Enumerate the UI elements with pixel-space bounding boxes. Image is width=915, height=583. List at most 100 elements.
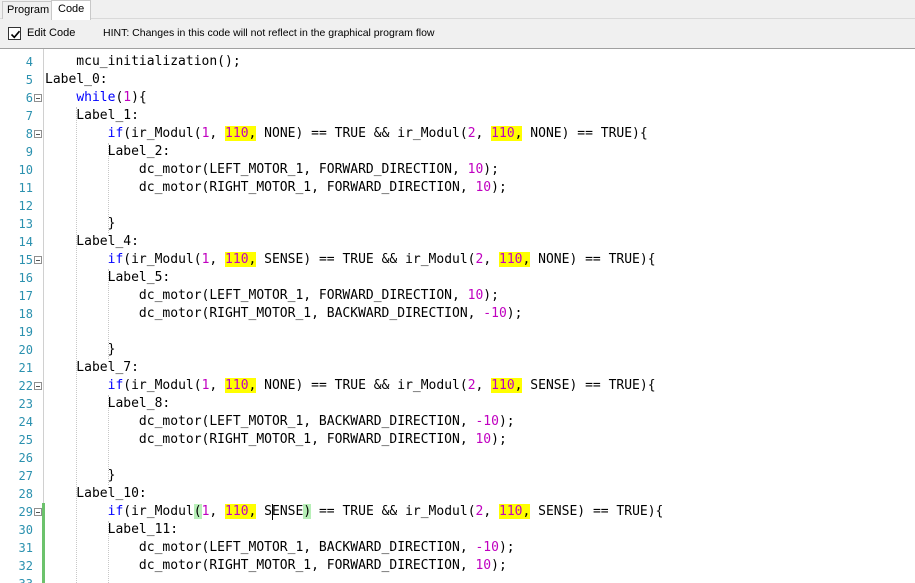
line-number: 23 (18, 397, 33, 411)
line-number: 26 (18, 451, 33, 465)
code-line[interactable]: 27 } (0, 467, 915, 485)
code-line[interactable]: 20 } (0, 341, 915, 359)
code-line[interactable]: 30 Label_11: (0, 521, 915, 539)
line-number: 4 (25, 55, 33, 69)
indent-guide (107, 395, 109, 485)
code-text: Label_11: (45, 522, 179, 537)
line-number: 29 (18, 505, 33, 519)
code-text: mcu_initialization(); (45, 54, 241, 69)
code-line[interactable]: 31 dc_motor(LEFT_MOTOR_1, BACKWARD_DIREC… (0, 539, 915, 557)
code-line[interactable]: 7 Label_1: (0, 107, 915, 125)
code-text: Label_1: (45, 108, 139, 123)
line-number: 6 (25, 91, 33, 105)
code-line[interactable]: 13 } (0, 215, 915, 233)
indent-guide (107, 521, 109, 583)
line-number: 19 (18, 325, 33, 339)
code-text: dc_motor(LEFT_MOTOR_1, BACKWARD_DIRECTIO… (45, 414, 515, 429)
code-line[interactable]: 9 Label_2: (0, 143, 915, 161)
code-text: Label_7: (45, 360, 139, 375)
line-number: 27 (18, 469, 33, 483)
line-number: 12 (18, 199, 33, 213)
line-number: 14 (18, 235, 33, 249)
text-cursor (271, 504, 273, 520)
code-line[interactable]: 32 dc_motor(RIGHT_MOTOR_1, FORWARD_DIREC… (0, 557, 915, 575)
code-toolbar: Edit Code HINT: Changes in this code wil… (0, 20, 915, 46)
code-text: } (45, 342, 116, 357)
code-line[interactable]: 12 (0, 197, 915, 215)
code-line[interactable]: 11 dc_motor(RIGHT_MOTOR_1, FORWARD_DIREC… (0, 179, 915, 197)
code-line[interactable]: 14 Label_4: (0, 233, 915, 251)
code-line[interactable]: 8 if(ir_Modul(1, 110, NONE) == TRUE && i… (0, 125, 915, 143)
code-text: dc_motor(RIGHT_MOTOR_1, FORWARD_DIRECTIO… (45, 432, 507, 447)
line-number: 30 (18, 523, 33, 537)
line-number: 33 (0, 575, 33, 583)
code-lines: 4 mcu_initialization(); 5 Label_0: 6 while(… (0, 53, 915, 583)
fold-toggle-icon[interactable] (34, 508, 42, 516)
code-text: Label_4: (45, 234, 139, 249)
code-text: dc_motor(LEFT_MOTOR_1, FORWARD_DIRECTION… (45, 162, 499, 177)
code-text: Label_10: (45, 486, 147, 501)
line-number: 9 (25, 145, 33, 159)
code-text: if(ir_Modul(1, 110, SENSE) == TRUE && ir… (107, 504, 664, 519)
code-line[interactable]: 10 dc_motor(LEFT_MOTOR_1, FORWARD_DIRECT… (0, 161, 915, 179)
code-line[interactable]: 28 Label_10: (0, 485, 915, 503)
code-text: } (45, 468, 116, 483)
tab-program[interactable]: Program (2, 1, 55, 19)
code-text: dc_motor(LEFT_MOTOR_1, FORWARD_DIRECTION… (45, 288, 499, 303)
fold-toggle-icon[interactable] (34, 94, 42, 102)
fold-toggle-icon[interactable] (34, 130, 42, 138)
code-text: if(ir_Modul(1, 110, SENSE) == TRUE && ir… (107, 252, 656, 267)
code-line[interactable]: 16 Label_5: (0, 269, 915, 287)
line-number: 8 (25, 127, 33, 141)
code-line[interactable]: 4 mcu_initialization(); (0, 53, 915, 71)
code-line[interactable]: 21 Label_7: (0, 359, 915, 377)
line-number: 28 (18, 487, 33, 501)
code-text: dc_motor(RIGHT_MOTOR_1, FORWARD_DIRECTIO… (45, 180, 507, 195)
line-number: 7 (25, 109, 33, 123)
line-number: 15 (18, 253, 33, 267)
tab-code[interactable]: Code (51, 0, 92, 20)
line-number: 31 (18, 541, 33, 555)
code-line[interactable]: 26 (0, 449, 915, 467)
code-text: if(ir_Modul(1, 110, NONE) == TRUE && ir_… (107, 378, 656, 393)
code-text: Label_0: (45, 72, 108, 87)
code-line[interactable]: 33 (0, 575, 915, 583)
code-text: dc_motor(RIGHT_MOTOR_1, FORWARD_DIRECTIO… (45, 558, 507, 573)
line-number: 18 (18, 307, 33, 321)
code-text: while(1){ (76, 90, 147, 105)
edit-code-label[interactable]: Edit Code (27, 27, 75, 40)
code-line[interactable]: 25 dc_motor(RIGHT_MOTOR_1, FORWARD_DIREC… (0, 431, 915, 449)
line-number: 13 (18, 217, 33, 231)
code-editor[interactable]: 4 mcu_initialization(); 5 Label_0: 6 while(… (0, 48, 915, 583)
fold-toggle-icon[interactable] (34, 382, 42, 390)
line-number: 32 (18, 559, 33, 573)
fold-toggle-icon[interactable] (34, 256, 42, 264)
line-number: 10 (18, 163, 33, 177)
code-line[interactable]: 23 Label_8: (0, 395, 915, 413)
edit-code-checkbox[interactable] (8, 27, 21, 40)
indent-guide (107, 269, 109, 359)
line-number: 20 (18, 343, 33, 357)
code-line[interactable]: 5 Label_0: (0, 71, 915, 89)
code-line[interactable]: 29 if(ir_Modul(1, 110, SENSE) == TRUE &&… (0, 503, 915, 521)
line-number: 22 (18, 379, 33, 393)
code-text: if(ir_Modul(1, 110, NONE) == TRUE && ir_… (107, 126, 648, 141)
hint-text: HINT: Changes in this code will not refl… (103, 27, 435, 39)
code-line[interactable]: 19 (0, 323, 915, 341)
code-text: dc_motor(LEFT_MOTOR_1, BACKWARD_DIRECTIO… (45, 540, 515, 555)
indent-guide (76, 107, 78, 583)
code-line[interactable]: 15 if(ir_Modul(1, 110, SENSE) == TRUE &&… (0, 251, 915, 269)
code-line[interactable]: 6 while(1){ (0, 89, 915, 107)
code-text: dc_motor(RIGHT_MOTOR_1, BACKWARD_DIRECTI… (45, 306, 523, 321)
indent-guide (107, 143, 109, 233)
line-number: 11 (18, 181, 33, 195)
line-number: 5 (25, 73, 33, 87)
line-number: 25 (18, 433, 33, 447)
line-number: 17 (18, 289, 33, 303)
code-line[interactable]: 22 if(ir_Modul(1, 110, NONE) == TRUE && … (0, 377, 915, 395)
code-line[interactable]: 17 dc_motor(LEFT_MOTOR_1, FORWARD_DIRECT… (0, 287, 915, 305)
line-number: 21 (18, 361, 33, 375)
code-line[interactable]: 24 dc_motor(LEFT_MOTOR_1, BACKWARD_DIREC… (0, 413, 915, 431)
code-text: } (45, 216, 116, 231)
code-line[interactable]: 18 dc_motor(RIGHT_MOTOR_1, BACKWARD_DIRE… (0, 305, 915, 323)
